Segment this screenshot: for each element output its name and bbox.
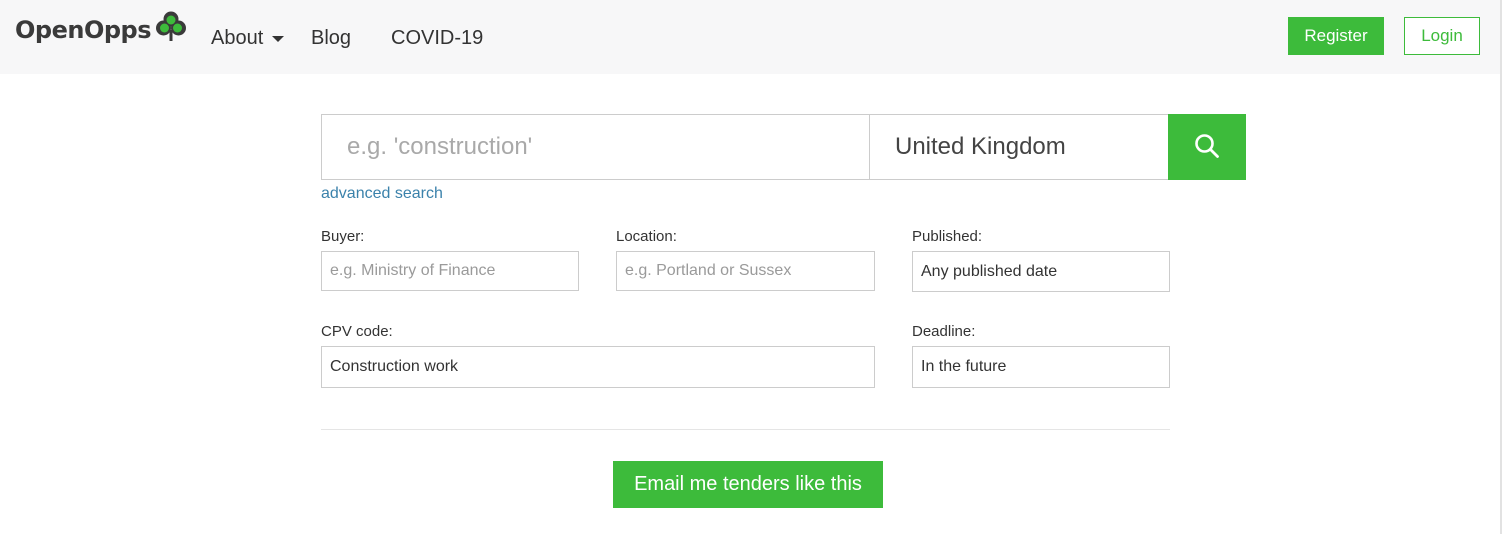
email-tenders-button[interactable]: Email me tenders like this: [613, 461, 883, 508]
cpv-code-label: CPV code:: [321, 323, 393, 340]
buyer-label: Buyer:: [321, 228, 365, 245]
register-button[interactable]: Register: [1288, 17, 1384, 55]
caret-down-icon: [272, 36, 285, 42]
logo[interactable]: OpenOpps: [15, 10, 186, 48]
login-button[interactable]: Login: [1404, 17, 1480, 55]
divider: [321, 429, 1170, 430]
advanced-search-link[interactable]: advanced search: [321, 185, 443, 203]
nav-covid-19[interactable]: COVID-19: [391, 24, 483, 52]
location-input[interactable]: [616, 251, 875, 291]
page: OpenOpps About Blog COVID-19 Register Lo…: [0, 0, 1502, 534]
logo-text: OpenOpps: [15, 16, 152, 44]
deadline-label: Deadline:: [912, 323, 976, 340]
deadline-input[interactable]: [912, 346, 1170, 388]
search-button[interactable]: [1168, 114, 1246, 180]
header: OpenOpps About Blog COVID-19 Register Lo…: [0, 0, 1500, 74]
nav-about-label: About: [211, 27, 264, 49]
buyer-input[interactable]: [321, 251, 579, 291]
published-label: Published:: [912, 228, 983, 245]
nav-about[interactable]: About: [211, 24, 285, 52]
search-icon: [1194, 133, 1220, 162]
clover-icon: [156, 10, 186, 47]
published-input[interactable]: [912, 251, 1170, 292]
location-label: Location:: [616, 228, 677, 245]
cpv-code-input[interactable]: [321, 346, 875, 388]
country-input[interactable]: [869, 114, 1169, 180]
keyword-search-input[interactable]: [321, 114, 870, 180]
nav-blog[interactable]: Blog: [311, 24, 351, 52]
